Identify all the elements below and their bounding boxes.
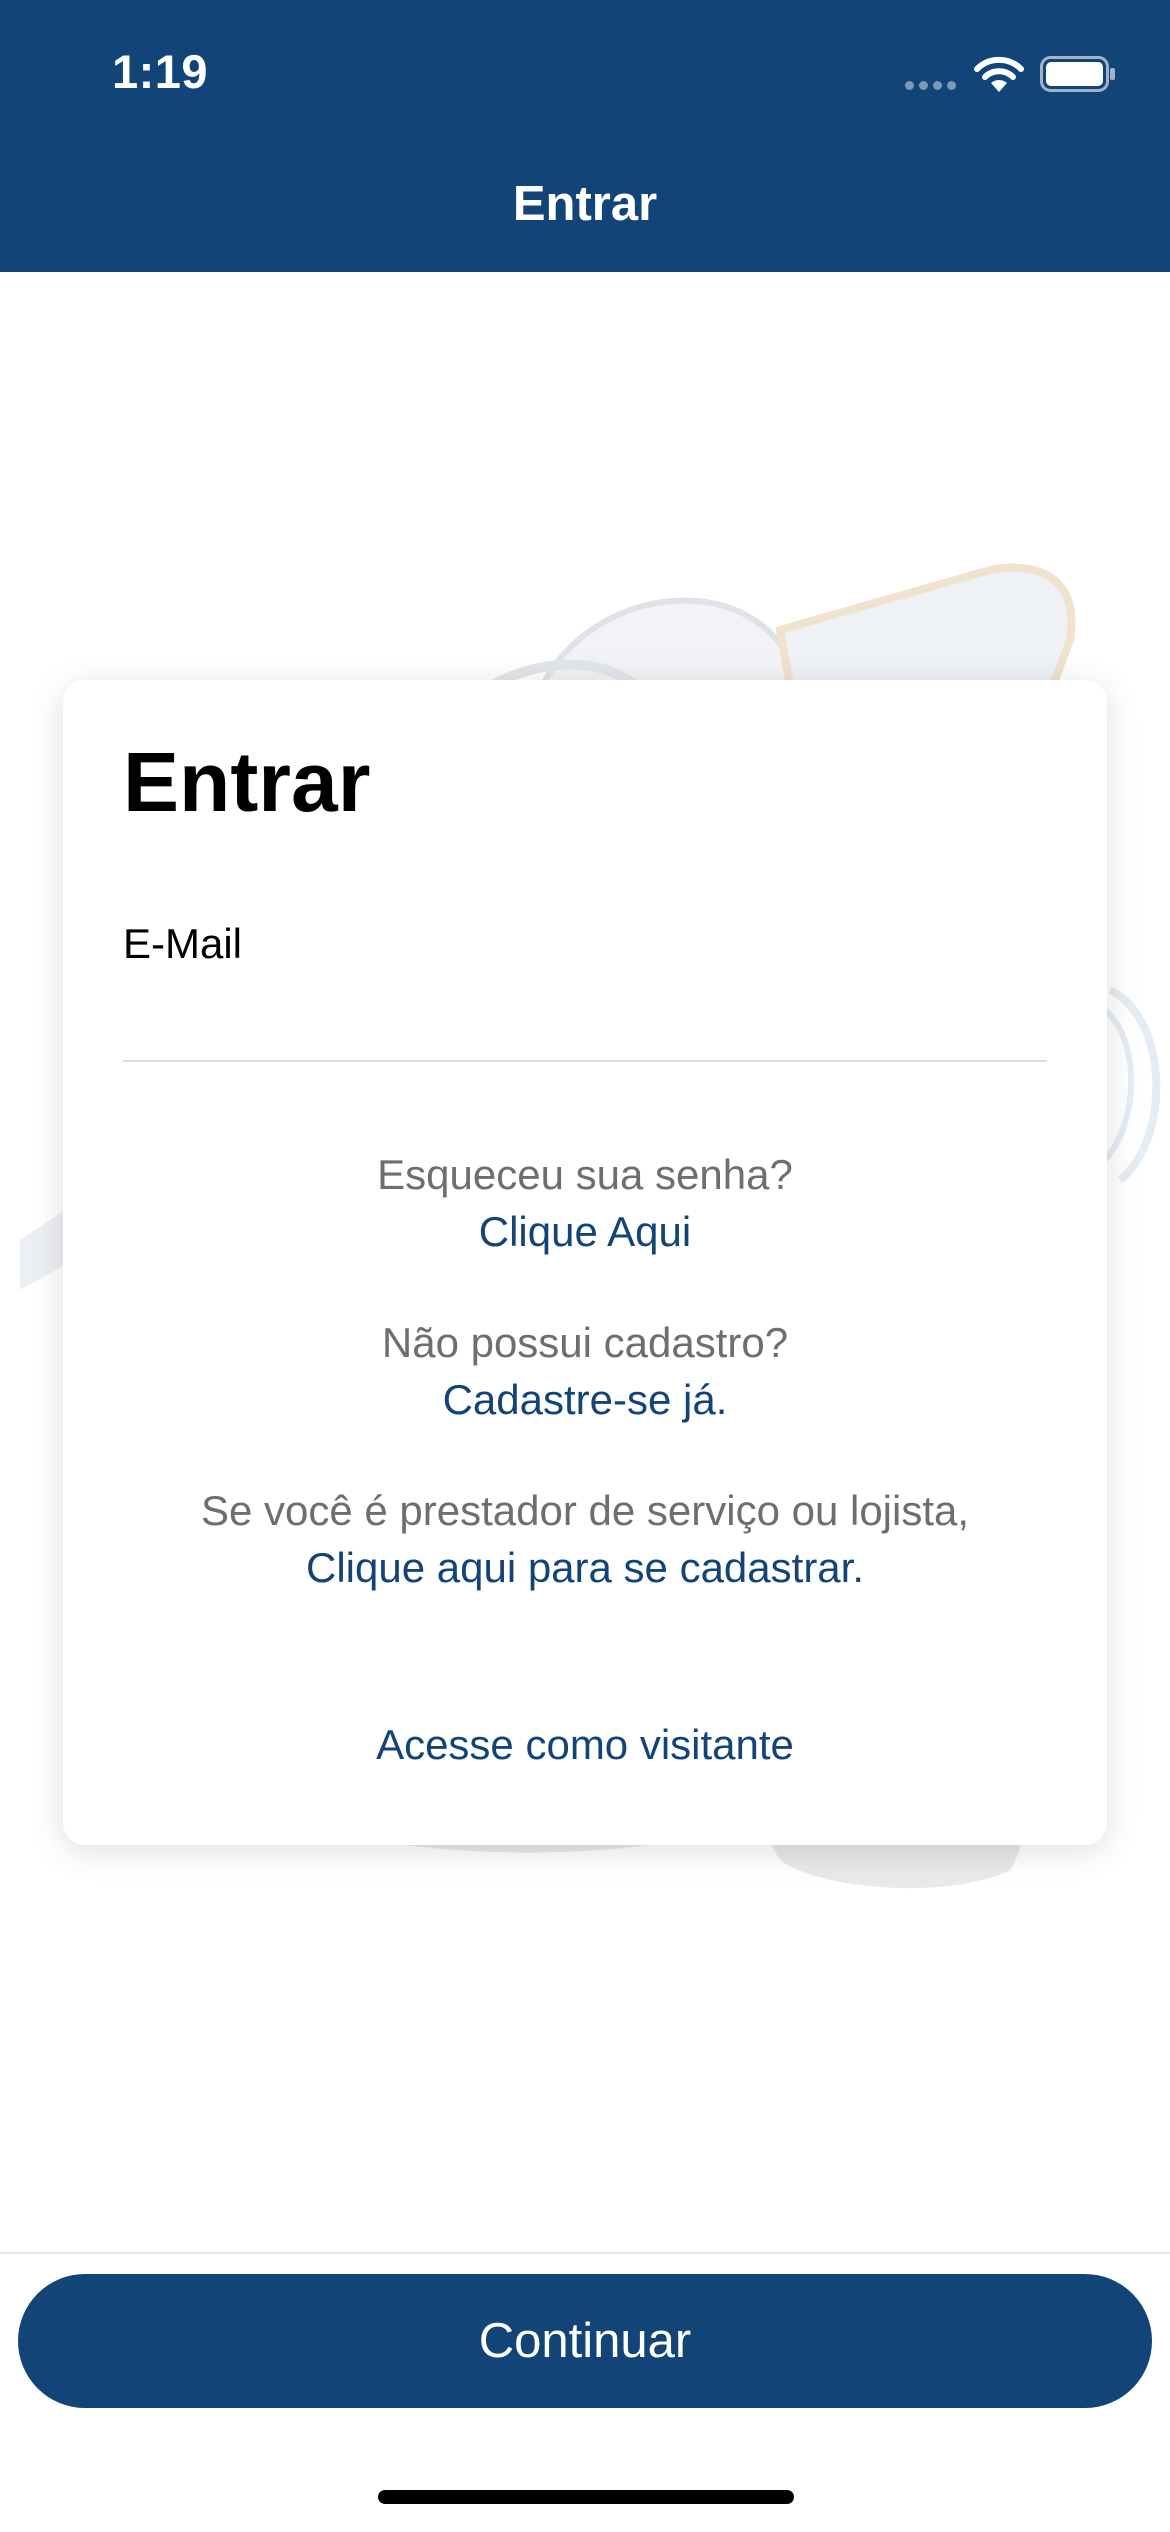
login-card: Entrar E-Mail Esqueceu sua senha? Clique… xyxy=(63,680,1107,1845)
provider-register-link[interactable]: Clique aqui para se cadastrar. xyxy=(306,1544,864,1591)
forgot-password-text: Esqueceu sua senha? xyxy=(377,1151,793,1198)
bottom-divider xyxy=(0,2252,1170,2254)
forgot-password-link[interactable]: Clique Aqui xyxy=(479,1208,691,1255)
email-field[interactable] xyxy=(123,980,1047,1062)
continue-button[interactable]: Continuar xyxy=(18,2274,1152,2408)
register-link[interactable]: Cadastre-se já. xyxy=(443,1376,728,1423)
battery-icon xyxy=(1040,56,1115,92)
card-title: Entrar xyxy=(123,735,371,829)
email-label: E-Mail xyxy=(123,920,243,967)
signal-icon xyxy=(905,81,956,90)
home-indicator xyxy=(378,2490,794,2504)
no-account-text: Não possui cadastro? xyxy=(381,1319,789,1366)
page-title: Entrar xyxy=(512,177,658,231)
navigation-header: 1:19 Entrar xyxy=(0,0,1170,272)
wifi-icon xyxy=(974,56,1024,92)
visitor-access-link[interactable]: Acesse como visitante xyxy=(376,1721,794,1768)
status-time: 1:19 xyxy=(112,45,209,98)
provider-text: Se você é prestador de serviço ou lojist… xyxy=(200,1487,970,1534)
